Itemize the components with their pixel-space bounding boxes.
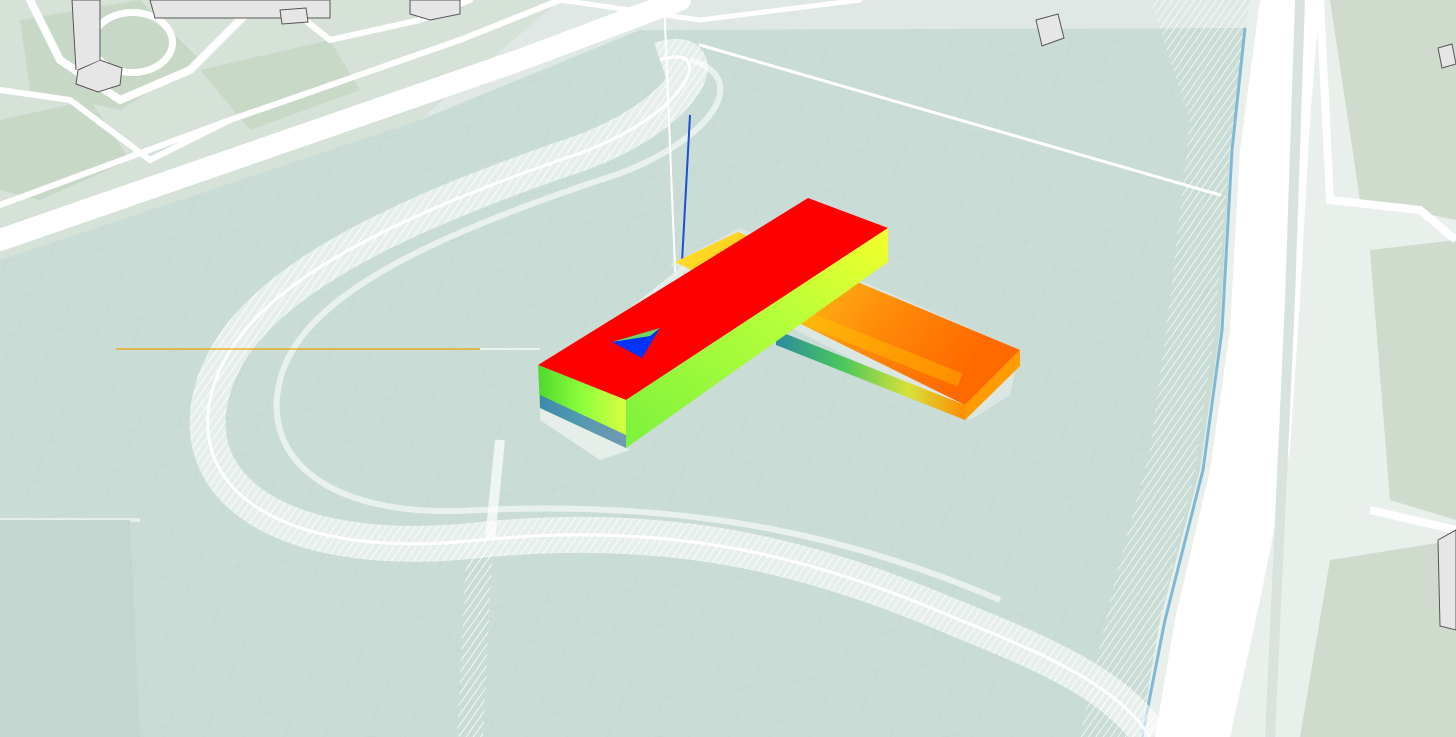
map-3d-viewport[interactable] [0, 0, 1456, 737]
map-scene[interactable] [0, 0, 1456, 737]
plaza-area [0, 520, 140, 737]
